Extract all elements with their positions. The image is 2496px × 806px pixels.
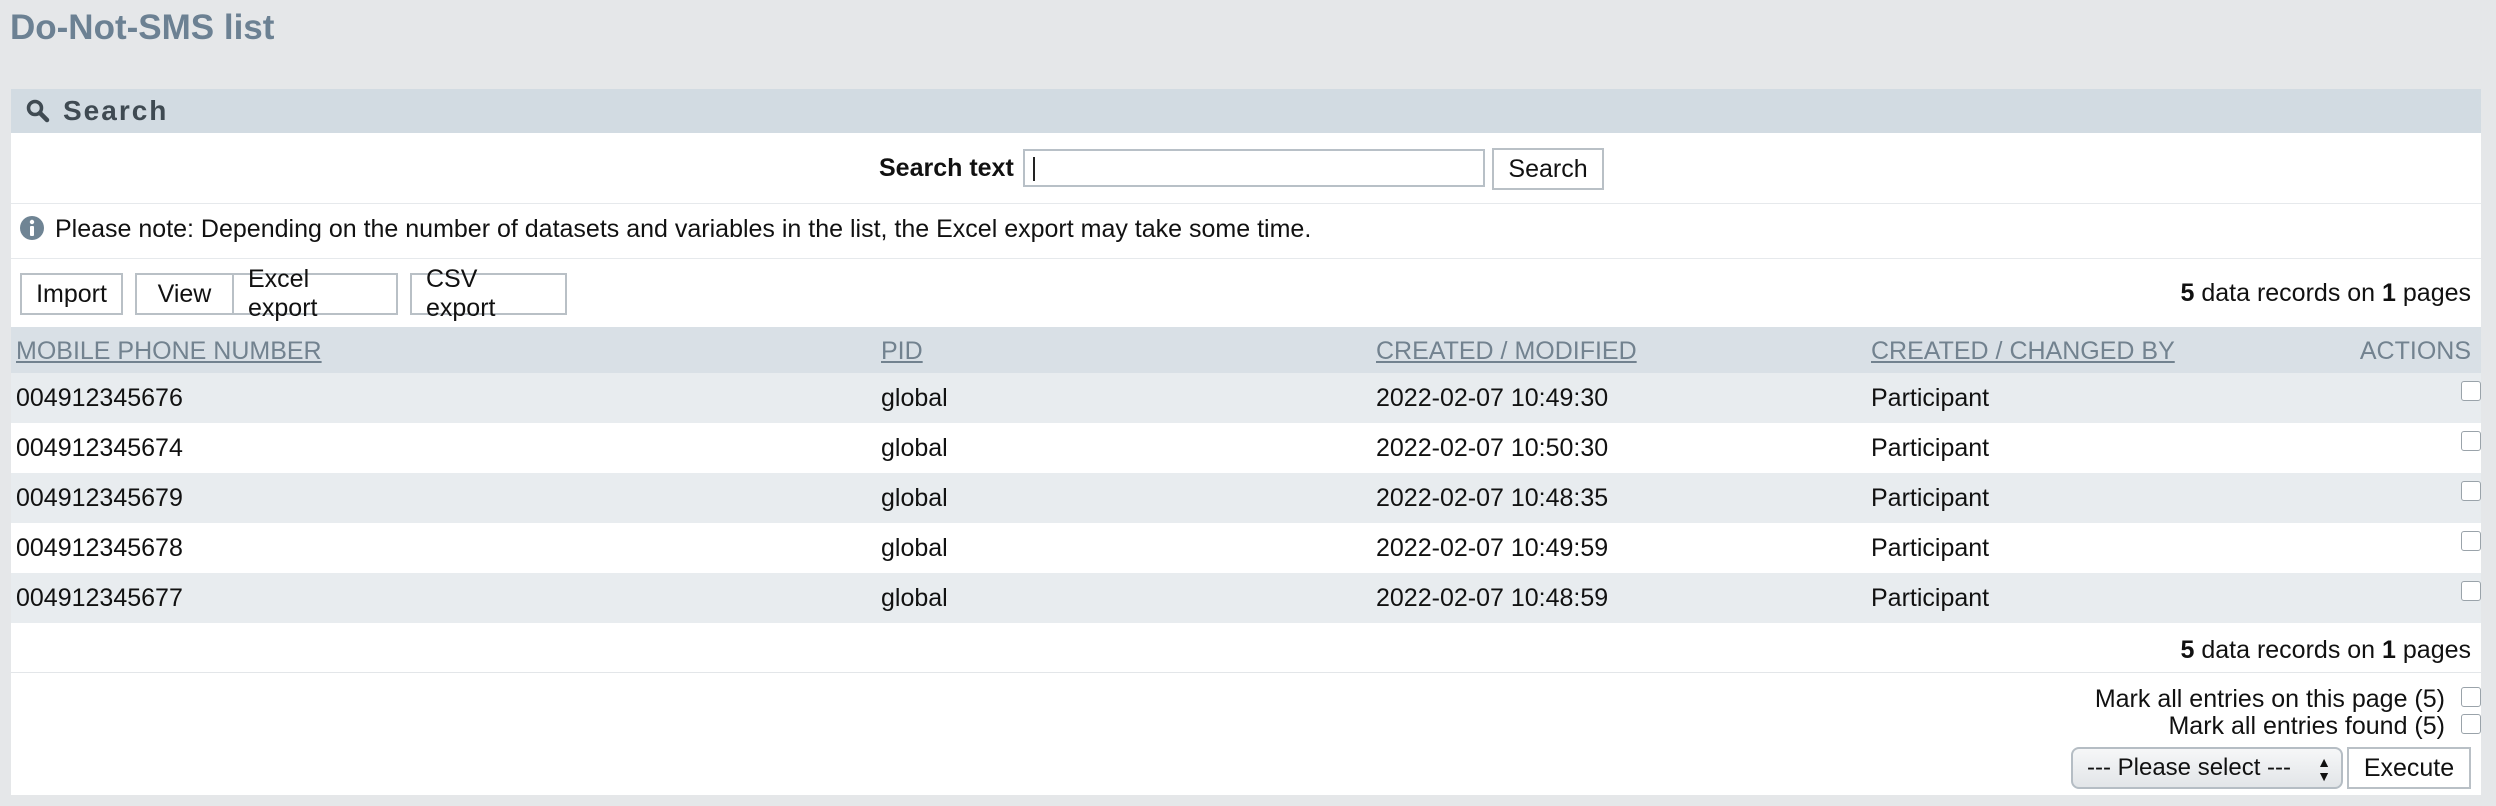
- page-title: Do-Not-SMS list: [10, 8, 275, 47]
- search-button[interactable]: Search: [1492, 148, 1604, 190]
- text-caret: [1033, 157, 1035, 181]
- excel-export-note: Please note: Depending on the number of …: [55, 215, 1312, 243]
- search-input[interactable]: [1023, 149, 1485, 187]
- phone-cell: 004912345674: [16, 434, 183, 462]
- phone-cell: 004912345679: [16, 484, 183, 512]
- search-label: Search text: [879, 154, 1014, 182]
- mark-page-label: Mark all entries on this page (5): [2094, 685, 2445, 713]
- row-checkbox[interactable]: [2461, 381, 2481, 401]
- created-cell: 2022-02-07 10:49:30: [1376, 384, 1609, 412]
- footer-divider: [11, 672, 2481, 673]
- row-checkbox[interactable]: [2461, 431, 2481, 451]
- column-header-pid[interactable]: PID: [881, 337, 923, 366]
- phone-cell: 004912345677: [16, 584, 183, 612]
- created-cell: 2022-02-07 10:50:30: [1376, 434, 1609, 462]
- created-cell: 2022-02-07 10:49:59: [1376, 534, 1609, 562]
- changed-by-cell: Participant: [1871, 584, 1990, 612]
- mark-page-checkbox[interactable]: [2461, 687, 2481, 707]
- changed-by-cell: Participant: [1871, 534, 1990, 562]
- created-cell: 2022-02-07 10:48:35: [1376, 484, 1609, 512]
- created-cell: 2022-02-07 10:48:59: [1376, 584, 1609, 612]
- search-row: Search text Search: [11, 133, 2481, 204]
- records-summary-top: 5 data records on 1 pages: [2180, 279, 2472, 307]
- pid-cell: global: [881, 384, 948, 412]
- csv-export-button[interactable]: CSV export: [410, 265, 567, 322]
- action-select-value: --- Please select ---: [2087, 754, 2292, 781]
- action-select[interactable]: --- Please select --- ▲ ▼: [2071, 747, 2343, 789]
- column-header-created-modified[interactable]: CREATED / MODIFIED: [1376, 337, 1637, 366]
- pid-cell: global: [881, 484, 948, 512]
- execute-button[interactable]: Execute: [2347, 747, 2471, 789]
- view-button[interactable]: View: [135, 273, 234, 315]
- column-header-mobile-phone[interactable]: MOBILE PHONE NUMBER: [16, 337, 322, 366]
- table-row: 004912345677 global 2022-02-07 10:48:59 …: [11, 573, 2481, 624]
- table-header: MOBILE PHONE NUMBER PID CREATED / MODIFI…: [11, 327, 2481, 373]
- column-header-created-changed-by[interactable]: CREATED / CHANGED BY: [1871, 337, 2175, 366]
- table-row: 004912345674 global 2022-02-07 10:50:30 …: [11, 423, 2481, 474]
- mark-found-checkbox[interactable]: [2461, 714, 2481, 734]
- records-summary-bottom: 5 data records on 1 pages: [2180, 636, 2472, 664]
- info-icon: [20, 216, 44, 240]
- magnifier-icon: [26, 99, 50, 123]
- column-header-actions: ACTIONS: [2359, 337, 2471, 365]
- pid-cell: global: [881, 434, 948, 462]
- changed-by-cell: Participant: [1871, 434, 1990, 462]
- changed-by-cell: Participant: [1871, 384, 1990, 412]
- search-section-title: Search: [63, 95, 169, 126]
- row-checkbox[interactable]: [2461, 481, 2481, 501]
- pid-cell: global: [881, 534, 948, 562]
- phone-cell: 004912345676: [16, 384, 183, 412]
- table-row: 004912345678 global 2022-02-07 10:49:59 …: [11, 523, 2481, 574]
- table-row: 004912345679 global 2022-02-07 10:48:35 …: [11, 473, 2481, 524]
- row-checkbox[interactable]: [2461, 531, 2481, 551]
- phone-cell: 004912345678: [16, 534, 183, 562]
- pid-cell: global: [881, 584, 948, 612]
- content-panel: Search text Search Please note: Dependin…: [11, 133, 2481, 795]
- row-checkbox[interactable]: [2461, 581, 2481, 601]
- import-button[interactable]: Import: [20, 273, 123, 315]
- select-arrows-icon: ▲ ▼: [2317, 754, 2331, 784]
- changed-by-cell: Participant: [1871, 484, 1990, 512]
- excel-export-button[interactable]: Excel export: [232, 265, 398, 322]
- mark-found-label: Mark all entries found (5): [2168, 712, 2445, 740]
- search-section-header[interactable]: Search: [11, 89, 2481, 133]
- table-row: 004912345676 global 2022-02-07 10:49:30 …: [11, 373, 2481, 424]
